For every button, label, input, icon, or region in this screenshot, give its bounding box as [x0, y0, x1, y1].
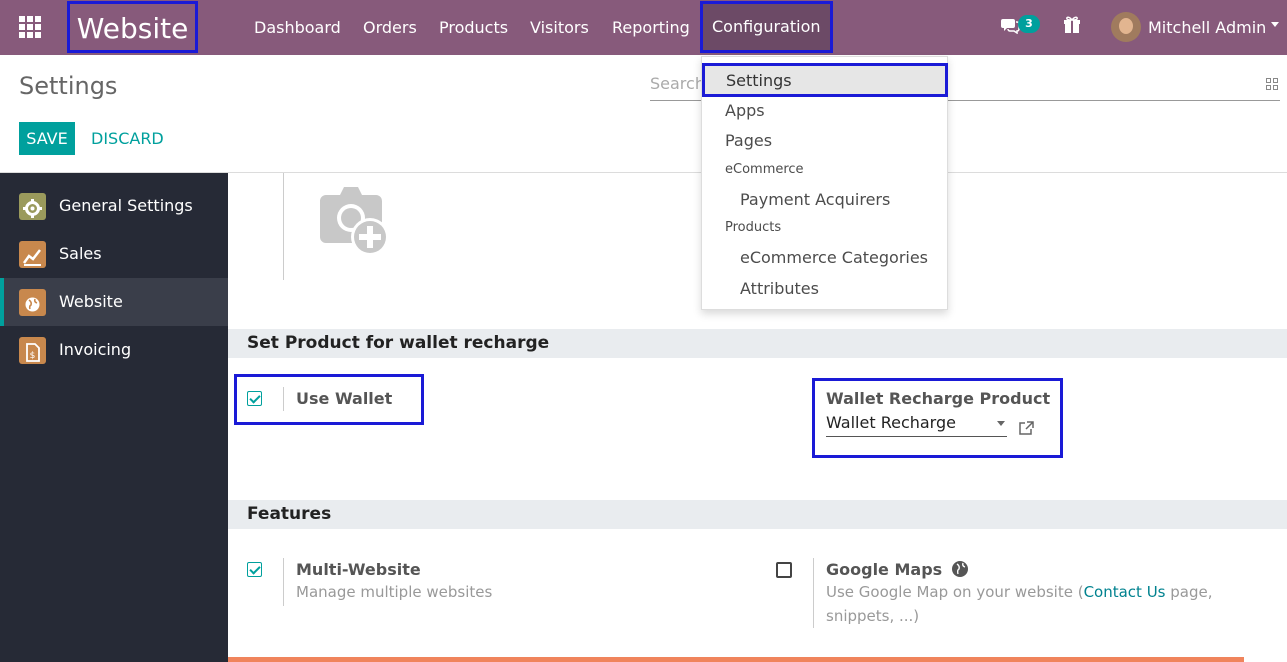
divider	[813, 558, 814, 628]
add-image-camera-icon[interactable]	[308, 185, 394, 261]
messages-count-badge: 3	[1018, 15, 1040, 33]
sidebar-item-label: Website	[59, 292, 123, 311]
search-options-icon[interactable]	[1266, 78, 1278, 90]
apps-menu-icon[interactable]	[19, 16, 41, 38]
external-link-icon[interactable]	[1018, 420, 1035, 436]
use-wallet-checkbox[interactable]	[247, 391, 262, 406]
dropdown-item-pages[interactable]: Pages	[725, 131, 772, 150]
globe-icon	[951, 561, 968, 577]
divider	[283, 173, 284, 280]
sidebar-item-sales[interactable]: Sales	[0, 230, 228, 278]
sidebar-item-invoicing[interactable]: $ Invoicing	[0, 326, 228, 374]
multi-website-checkbox[interactable]	[247, 562, 262, 577]
google-maps-description: Use Google Map on your website (Contact …	[826, 580, 1246, 628]
dropdown-item-ecommerce-categories[interactable]: eCommerce Categories	[740, 248, 928, 267]
gear-icon	[19, 193, 46, 220]
google-maps-checkbox[interactable]	[776, 562, 792, 578]
wallet-recharge-product-label: Wallet Recharge Product	[826, 389, 1051, 408]
user-name[interactable]: Mitchell Admin	[1148, 0, 1266, 55]
google-maps-title: Google Maps	[826, 560, 969, 579]
menu-products[interactable]: Products	[439, 0, 508, 55]
features-section-heading: Features	[228, 500, 1287, 529]
save-button[interactable]: SAVE	[19, 122, 75, 155]
menu-visitors[interactable]: Visitors	[530, 0, 589, 55]
menu-dashboard[interactable]: Dashboard	[254, 0, 341, 55]
wallet-section-heading: Set Product for wallet recharge	[228, 329, 1287, 358]
discard-button[interactable]: DISCARD	[91, 122, 164, 155]
page-title: Settings	[19, 72, 118, 100]
wallet-recharge-product-select[interactable]: Wallet Recharge	[826, 411, 1007, 437]
menu-reporting[interactable]: Reporting	[612, 0, 690, 55]
sidebar-item-website[interactable]: Website	[0, 278, 228, 326]
selected-product-value: Wallet Recharge	[826, 413, 956, 432]
multi-website-description: Manage multiple websites	[296, 583, 493, 601]
multi-website-title: Multi-Website	[296, 560, 421, 579]
sidebar-item-label: Invoicing	[59, 340, 132, 359]
invoice-icon: $	[19, 337, 46, 364]
google-maps-title-text: Google Maps	[826, 560, 943, 579]
dropdown-item-attributes[interactable]: Attributes	[740, 279, 819, 298]
status-bar	[228, 657, 1244, 662]
use-wallet-label: Use Wallet	[296, 389, 393, 408]
top-navbar: Website Dashboard Orders Products Visito…	[0, 0, 1287, 55]
sidebar-item-label: General Settings	[59, 196, 193, 215]
dropdown-header-products: Products	[725, 220, 782, 235]
divider	[283, 558, 284, 606]
sidebar-item-label: Sales	[59, 244, 102, 263]
user-menu-caret-icon[interactable]	[1271, 22, 1279, 27]
dropdown-item-label: Settings	[726, 71, 792, 90]
menu-orders[interactable]: Orders	[363, 0, 417, 55]
dropdown-item-apps[interactable]: Apps	[725, 101, 765, 120]
dropdown-item-payment-acquirers[interactable]: Payment Acquirers	[740, 190, 890, 209]
chart-icon	[19, 241, 46, 268]
chevron-down-icon[interactable]	[997, 421, 1005, 426]
chat-icon[interactable]	[1001, 16, 1020, 38]
gift-icon[interactable]	[1063, 16, 1081, 38]
sidebar-item-general-settings[interactable]: General Settings	[0, 182, 228, 230]
dropdown-header-ecommerce: eCommerce	[725, 162, 804, 177]
divider	[283, 387, 284, 411]
settings-sidebar: General Settings Sales Website $ Invoici…	[0, 173, 228, 662]
configuration-dropdown-menu: Settings Apps Pages eCommerce Payment Ac…	[701, 56, 948, 310]
svg-text:$: $	[30, 351, 36, 361]
dropdown-item-settings[interactable]: Settings	[702, 63, 948, 97]
app-title[interactable]: Website	[67, 1, 198, 53]
globe-icon	[19, 289, 46, 316]
menu-configuration[interactable]: Configuration	[700, 1, 833, 53]
contact-us-link[interactable]: Contact Us	[1084, 583, 1166, 601]
google-maps-description-pre: Use Google Map on your website (	[826, 583, 1084, 601]
user-avatar[interactable]	[1111, 12, 1141, 42]
